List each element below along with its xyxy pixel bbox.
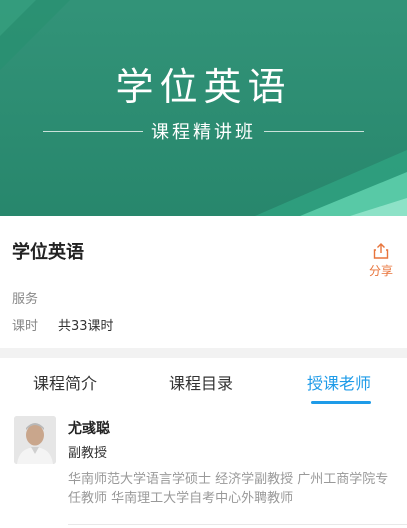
tab-bar: 课程简介 课程目录 授课老师: [0, 358, 407, 406]
teacher-title: 副教授: [68, 446, 108, 461]
share-icon: [373, 243, 389, 259]
share-button[interactable]: 分享: [364, 242, 398, 279]
course-banner: 学位英语 课程精讲班: [0, 0, 407, 216]
banner-subtitle: 课程精讲班: [151, 122, 256, 143]
teacher-name: 尤彧聪: [68, 421, 110, 437]
tab-course-intro[interactable]: 课程简介: [33, 370, 97, 394]
banner-title: 学位英语: [115, 65, 292, 109]
hours-value: 共33课时: [58, 319, 114, 334]
service-label: 服务: [12, 292, 39, 307]
tab-course-catalog[interactable]: 课程目录: [169, 370, 233, 394]
banner-subtitle-row: 课程精讲班: [0, 118, 407, 144]
teacher-description: 华南师范大学语言学硕士 经济学副教授 广州工商学院专任教师 华南理工大学自考中心…: [68, 472, 389, 506]
teacher-photo: [14, 416, 56, 464]
course-title: 学位英语: [12, 242, 84, 263]
teacher-avatar: [14, 416, 56, 464]
hours-label: 课时: [12, 319, 39, 334]
banner-line-left: [43, 130, 143, 132]
teacher-separator: [68, 524, 407, 525]
tab-teacher[interactable]: 授课老师: [307, 370, 371, 394]
active-tab-indicator: [311, 401, 371, 404]
share-label: 分享: [368, 264, 393, 278]
teacher-card: 尤彧聪 副教授 华南师范大学语言学硕士 经济学副教授 广州工商学院专任教师 华南…: [0, 406, 407, 528]
course-info: 学位英语 分享 服务 课时 共33课时: [0, 216, 407, 348]
section-divider: [0, 348, 407, 358]
banner-line-right: [264, 130, 364, 132]
